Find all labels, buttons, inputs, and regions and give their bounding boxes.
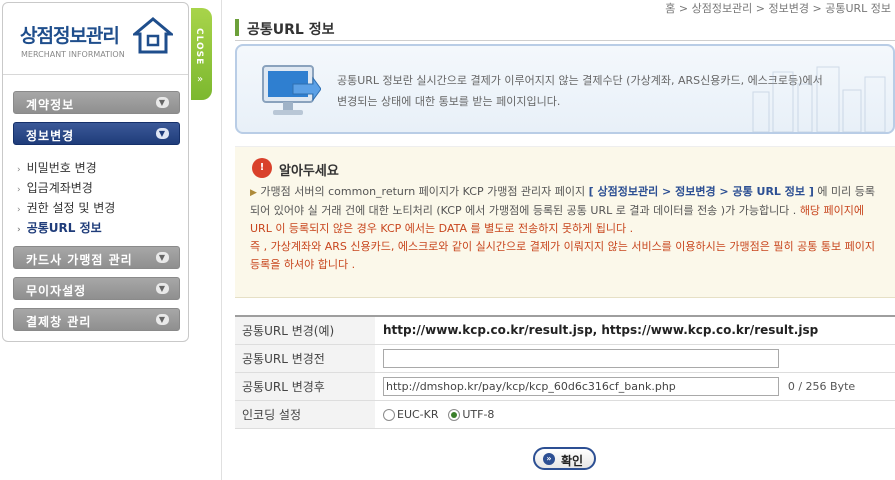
form-row-after: 공통URL 변경후 0 / 256 Byte <box>235 372 895 401</box>
chevron-down-icon: ▼ <box>156 97 169 108</box>
monitor-icon <box>262 65 321 115</box>
notice-icon: ! <box>252 158 272 178</box>
common-url-form: 공통URL 변경(예) http://www.kcp.co.kr/result.… <box>235 315 895 429</box>
bullet-icon: › <box>17 205 21 215</box>
form-row-encoding: 인코딩 설정 EUC-KR UTF-8 <box>235 400 895 429</box>
submenu-label: 권한 설정 및 변경 <box>26 201 116 215</box>
submenu-account-change[interactable]: › 입금계좌변경 <box>17 179 93 196</box>
example-label: 공통URL 변경(예) <box>235 315 375 345</box>
menu-payment-window[interactable]: 결제창 관리 ▼ <box>13 308 180 331</box>
breadcrumb: 홈 > 상점정보관리 > 정보변경 > 공통URL 정보 <box>665 2 891 15</box>
example-value-cell: http://www.kcp.co.kr/result.jsp, https:/… <box>375 315 895 345</box>
bullet-icon: › <box>17 165 21 175</box>
info-box: 공통URL 정보란 실시간으로 결제가 이루어지지 않는 결제수단 (가상계좌,… <box>235 44 895 134</box>
byte-counter: 0 / 256 Byte <box>787 379 856 393</box>
notice-title: 알아두세요 <box>279 164 339 179</box>
url-after-input[interactable] <box>383 376 779 396</box>
arrow-right-icon: » <box>543 453 555 465</box>
menu-info-change-label: 정보변경 <box>26 129 75 143</box>
menu-contract-info[interactable]: 계약정보 ▼ <box>13 91 180 114</box>
sidebar-close-tab[interactable]: CLOSE » <box>191 8 212 100</box>
chevron-down-icon: ▼ <box>156 252 169 263</box>
menu-card-merchant[interactable]: 카드사 가맹점 관리 ▼ <box>13 246 180 269</box>
radio-euc-kr[interactable] <box>383 408 395 421</box>
title-accent-bar <box>235 19 239 36</box>
encoding-options: EUC-KR UTF-8 <box>375 400 895 429</box>
url-before-input[interactable] <box>383 348 779 368</box>
submenu-common-url[interactable]: › 공통URL 정보 <box>17 219 102 236</box>
sidebar-logo: 상점정보관리 MERCHANT INFORMATION <box>3 3 188 75</box>
example-value: http://www.kcp.co.kr/result.jsp, https:/… <box>383 323 819 338</box>
triangle-bullet-icon: ▶ <box>250 188 257 198</box>
bullet-icon: › <box>17 185 21 195</box>
page-title: 공통URL 정보 <box>247 22 335 38</box>
before-value-cell <box>375 344 895 373</box>
menu-interest-free[interactable]: 무이자설정 ▼ <box>13 277 180 300</box>
notice-text-1: 가맹점 서버의 common_return 페이지가 KCP 가맹점 관리자 페… <box>260 185 586 198</box>
menu-contract-info-label: 계약정보 <box>26 98 75 112</box>
after-label: 공통URL 변경후 <box>235 372 375 401</box>
sidebar-divider <box>221 0 222 480</box>
logo-title: 상점정보관리 <box>20 25 120 47</box>
radio-utf-8-label: UTF-8 <box>462 408 495 421</box>
submenu-label: 비밀번호 변경 <box>26 161 97 175</box>
menu-info-change[interactable]: 정보변경 ▼ <box>13 122 180 145</box>
confirm-button-label: 확인 <box>561 454 584 468</box>
after-value-cell: 0 / 256 Byte <box>375 372 895 401</box>
notice-warning-2: 즉 , 가상계좌와 ARS 신용카드, 에스크로와 같이 실시간으로 결제가 이… <box>250 240 875 271</box>
chevron-down-icon: ▼ <box>156 314 169 325</box>
submenu-label: 입금계좌변경 <box>26 181 93 195</box>
confirm-button[interactable]: » 확인 <box>533 447 596 470</box>
notice-box: ! 알아두세요 ▶ 가맹점 서버의 common_return 페이지가 KCP… <box>235 146 895 298</box>
submenu-password-change[interactable]: › 비밀번호 변경 <box>17 159 97 176</box>
sidebar: 상점정보관리 MERCHANT INFORMATION 계약정보 ▼ 정보변경 … <box>2 2 189 342</box>
encoding-label: 인코딩 설정 <box>235 400 375 429</box>
notice-menu-path: [ 상점정보관리 > 정보변경 > 공통 URL 정보 ] <box>588 185 814 198</box>
before-label: 공통URL 변경전 <box>235 344 375 373</box>
menu-interest-free-label: 무이자설정 <box>26 284 87 298</box>
submenu-permission-settings[interactable]: › 권한 설정 및 변경 <box>17 199 115 216</box>
menu-payment-window-label: 결제창 관리 <box>26 315 92 329</box>
double-chevron-icon: » <box>197 74 204 85</box>
chevron-down-icon: ▼ <box>156 283 169 294</box>
form-row-example: 공통URL 변경(예) http://www.kcp.co.kr/result.… <box>235 315 895 345</box>
logo-subtitle: MERCHANT INFORMATION <box>21 50 125 59</box>
notice-body: ▶ 가맹점 서버의 common_return 페이지가 KCP 가맹점 관리자… <box>250 183 882 274</box>
form-row-before: 공통URL 변경전 <box>235 344 895 373</box>
home-icon <box>133 17 173 54</box>
radio-utf-8[interactable] <box>448 408 461 421</box>
submenu-label: 공통URL 정보 <box>26 221 102 235</box>
city-skyline-decoration <box>752 66 886 132</box>
title-underline <box>235 40 895 41</box>
radio-euc-kr-label: EUC-KR <box>397 408 439 421</box>
bullet-icon: › <box>17 225 21 235</box>
chevron-down-icon: ▼ <box>156 128 169 139</box>
close-tab-label: CLOSE <box>194 28 204 66</box>
menu-card-merchant-label: 카드사 가맹점 관리 <box>26 253 133 267</box>
